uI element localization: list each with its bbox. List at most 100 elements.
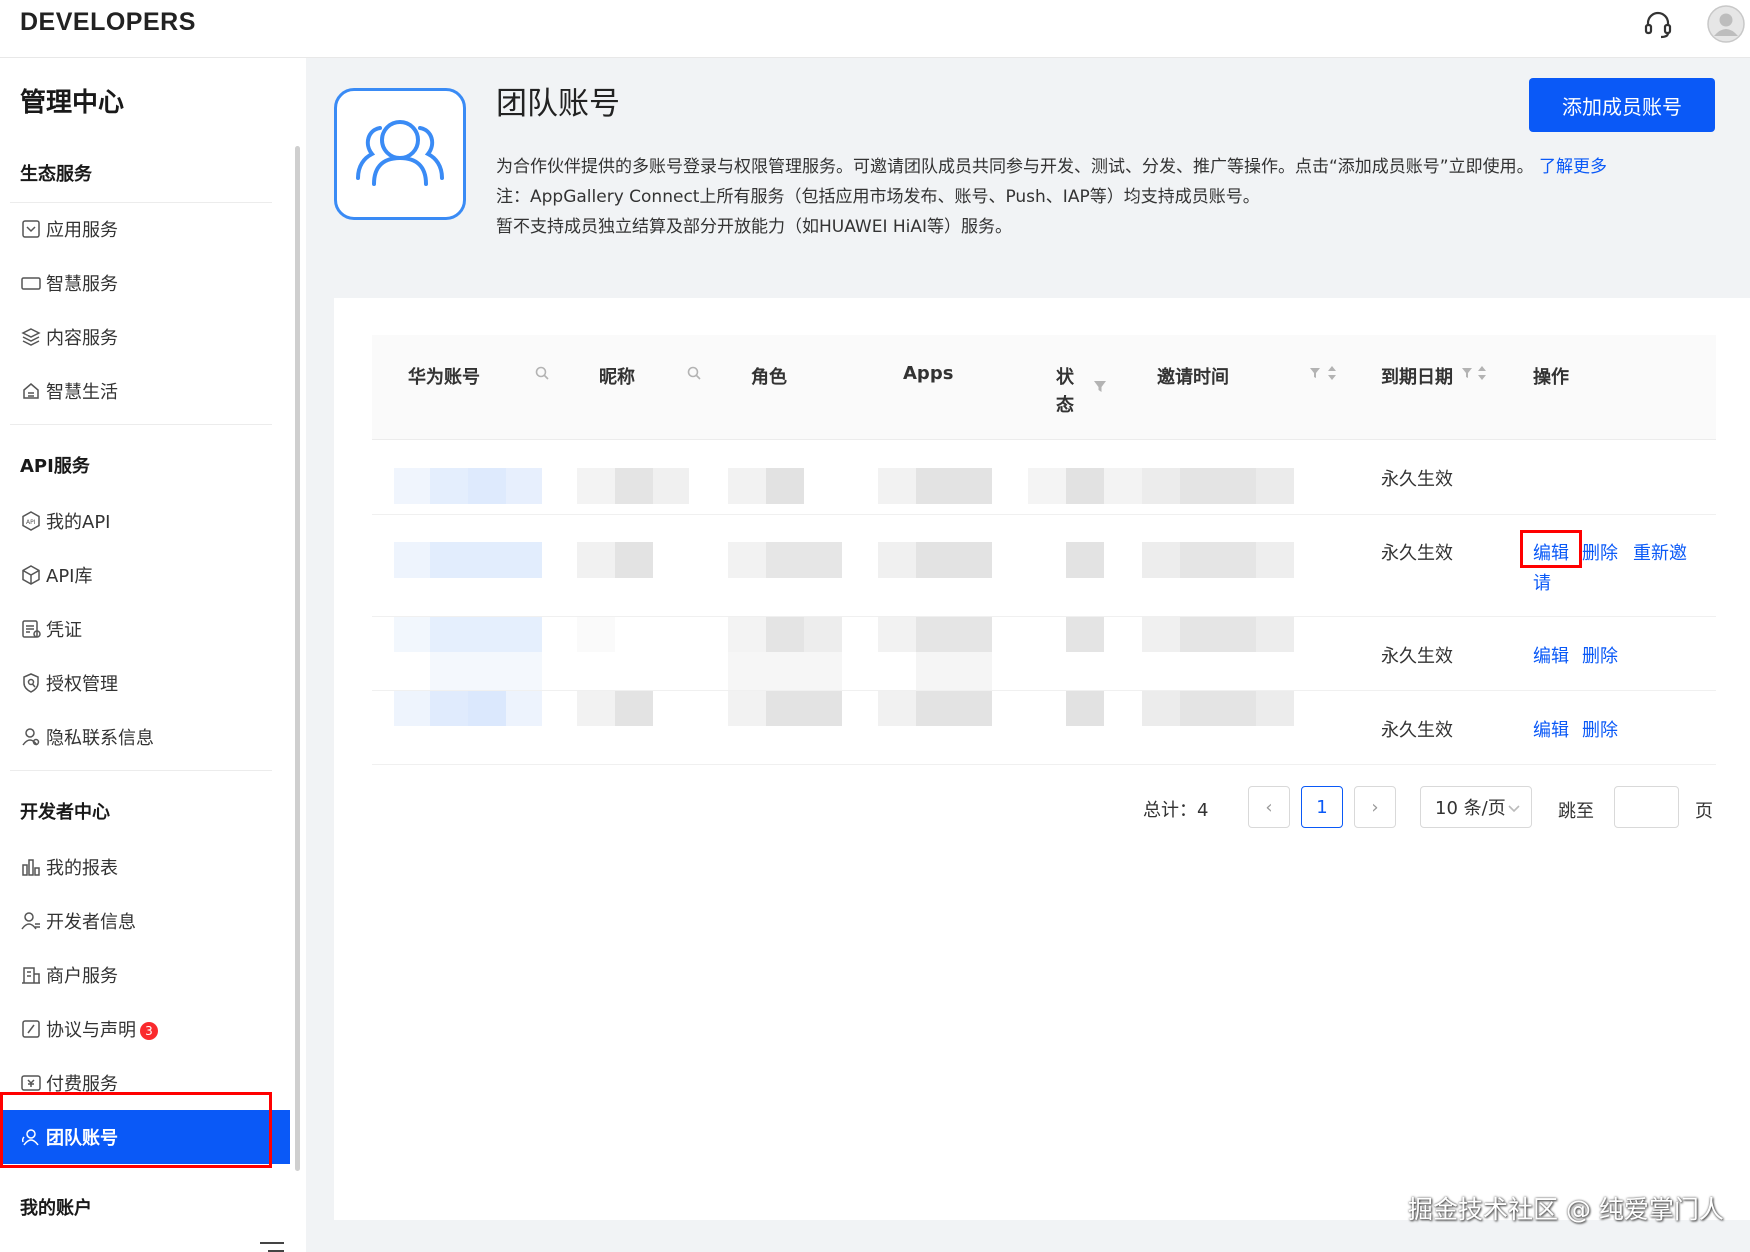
column-header-role: 角色 — [751, 367, 787, 388]
prev-page-button[interactable]: ‹ — [1248, 786, 1290, 828]
sidebar-item-label: 开发者信息 — [46, 912, 136, 933]
column-header-huawei-account: 华为账号 — [408, 367, 480, 388]
api-icon: API — [20, 510, 42, 532]
search-icon[interactable] — [686, 365, 702, 381]
avatar-icon[interactable] — [1706, 4, 1746, 44]
cube-icon — [20, 564, 42, 586]
row-divider — [372, 616, 1716, 617]
sidebar-item-team-account[interactable]: 团队账号 — [0, 1110, 290, 1164]
sidebar-item-label: 团队账号 — [46, 1128, 118, 1149]
edit-link[interactable]: 编辑 — [1533, 642, 1569, 668]
sidebar-item-label: 智慧服务 — [46, 274, 118, 295]
reinvite-link-wrap[interactable]: 请 — [1533, 569, 1551, 595]
description-line-1: 为合作伙伴提供的多账号登录与权限管理服务。可邀请团队成员共同参与开发、测试、分发… — [496, 152, 1607, 177]
column-header-apps: Apps — [903, 363, 954, 384]
sort-icon[interactable] — [1324, 365, 1340, 381]
goto-page-input[interactable] — [1614, 786, 1679, 828]
paid-service-icon — [20, 1072, 42, 1094]
filter-icon[interactable] — [1092, 378, 1108, 394]
layers-icon — [20, 326, 42, 348]
sidebar-item-label: 应用服务 — [46, 220, 118, 241]
team-account-illustration — [334, 88, 466, 220]
expiry-cell: 永久生效 — [1381, 720, 1453, 741]
edit-link[interactable]: 编辑 — [1533, 716, 1569, 742]
row-divider — [372, 514, 1716, 515]
merchant-icon — [20, 964, 42, 986]
sidebar-item-label: 付费服务 — [46, 1074, 118, 1095]
sidebar-item-developer-info[interactable]: 开发者信息 — [0, 894, 290, 948]
collapse-menu-icon[interactable] — [258, 1238, 286, 1252]
next-page-button[interactable]: › — [1354, 786, 1396, 828]
sidebar-item-agreement[interactable]: 协议与声明 3 — [0, 1002, 290, 1056]
edit-link[interactable]: 编辑 — [1533, 539, 1569, 565]
top-bar: DEVELOPERS — [0, 0, 1750, 58]
column-header-invite-time: 邀请时间 — [1157, 367, 1229, 388]
divider — [10, 770, 272, 771]
delete-link[interactable]: 删除 — [1582, 642, 1618, 668]
sidebar-item-smart-life[interactable]: 智慧生活 — [0, 364, 290, 418]
description-text: 为合作伙伴提供的多账号登录与权限管理服务。可邀请团队成员共同参与开发、测试、分发… — [496, 157, 1534, 177]
redacted-table-data — [394, 450, 1328, 740]
column-header-actions: 操作 — [1533, 367, 1569, 388]
description-line-3: 暂不支持成员独立结算及部分开放能力（如HUAWEI HiAI等）服务。 — [496, 217, 1013, 237]
column-header-nickname: 昵称 — [599, 367, 635, 388]
sidebar-item-app-service[interactable]: 应用服务 — [0, 202, 290, 256]
watermark-text: 掘金技术社区 @ 纯爱掌门人 — [1408, 1195, 1724, 1224]
pagination-total: 总计：4 — [1143, 800, 1209, 821]
table-header: 华为账号 昵称 角色 Apps 状 态 邀请时间 到期日期 操作 — [372, 335, 1716, 440]
agreement-icon — [20, 1018, 42, 1040]
bar-chart-icon — [20, 856, 42, 878]
page-1-button[interactable]: 1 — [1301, 786, 1343, 828]
sidebar-item-merchant-service[interactable]: 商户服务 — [0, 948, 290, 1002]
delete-link[interactable]: 删除 — [1582, 539, 1618, 565]
add-member-button[interactable]: 添加成员账号 — [1529, 78, 1715, 132]
chevron-down-icon — [1507, 799, 1521, 820]
sidebar-item-privacy-contact[interactable]: 隐私联系信息 — [0, 710, 290, 764]
app-service-icon — [20, 218, 42, 240]
sidebar-item-label: 商户服务 — [46, 966, 118, 987]
group-heading-ecosystem: 生态服务 — [20, 164, 92, 185]
sidebar-item-label: 我的报表 — [46, 858, 118, 879]
sidebar-item-label: 授权管理 — [46, 674, 118, 695]
sidebar-item-paid-service[interactable]: 付费服务 — [0, 1056, 290, 1110]
headset-icon[interactable] — [1638, 4, 1678, 44]
reinvite-link[interactable]: 重新邀 — [1633, 539, 1687, 565]
row-divider — [372, 690, 1716, 691]
sidebar-item-authorization[interactable]: 授权管理 — [0, 656, 290, 710]
sidebar-item-content-service[interactable]: 内容服务 — [0, 310, 290, 364]
page-size-value: 10 条/页 — [1435, 798, 1506, 819]
sidebar-item-api-library[interactable]: API库 — [0, 548, 290, 602]
group-heading-my-account: 我的账户 — [20, 1198, 92, 1219]
brand-logo[interactable]: DEVELOPERS — [20, 8, 196, 37]
team-icon — [20, 1126, 42, 1148]
learn-more-link[interactable]: 了解更多 — [1539, 157, 1607, 177]
sidebar-item-smart-service[interactable]: 智慧服务 — [0, 256, 290, 310]
description-line-2: 注：AppGallery Connect上所有服务（包括应用市场发布、账号、Pu… — [496, 187, 1260, 207]
search-icon[interactable] — [534, 365, 550, 381]
privacy-contact-icon — [20, 726, 42, 748]
expiry-cell: 永久生效 — [1381, 646, 1453, 667]
sidebar: 管理中心 生态服务 应用服务 智慧服务 内容服务 智慧生活 API服务 API … — [0, 58, 306, 1252]
expiry-cell: 永久生效 — [1381, 543, 1453, 564]
sidebar-item-label: 我的API — [46, 512, 111, 533]
developer-info-icon — [20, 910, 42, 932]
expiry-cell: 永久生效 — [1381, 469, 1453, 490]
column-header-status-1: 状 — [1056, 367, 1074, 388]
sidebar-item-label: API库 — [46, 566, 93, 587]
sidebar-item-credential[interactable]: 凭证 — [0, 602, 290, 656]
sidebar-item-my-api[interactable]: API 我的API — [0, 494, 290, 548]
filter-icon[interactable] — [1307, 365, 1323, 381]
delete-link[interactable]: 删除 — [1582, 716, 1618, 742]
sidebar-scrollbar[interactable] — [295, 146, 300, 1171]
smart-service-icon — [20, 272, 42, 294]
row-divider — [372, 764, 1716, 765]
notification-badge: 3 — [140, 1022, 158, 1040]
sort-icon[interactable] — [1474, 365, 1490, 381]
column-header-expiry-date: 到期日期 — [1381, 367, 1453, 388]
page-title: 团队账号 — [496, 86, 620, 122]
divider — [10, 424, 272, 425]
sidebar-item-label: 协议与声明 — [46, 1020, 136, 1041]
filter-icon[interactable] — [1459, 365, 1475, 381]
page-size-select[interactable]: 10 条/页 — [1420, 786, 1532, 828]
sidebar-item-my-reports[interactable]: 我的报表 — [0, 840, 290, 894]
